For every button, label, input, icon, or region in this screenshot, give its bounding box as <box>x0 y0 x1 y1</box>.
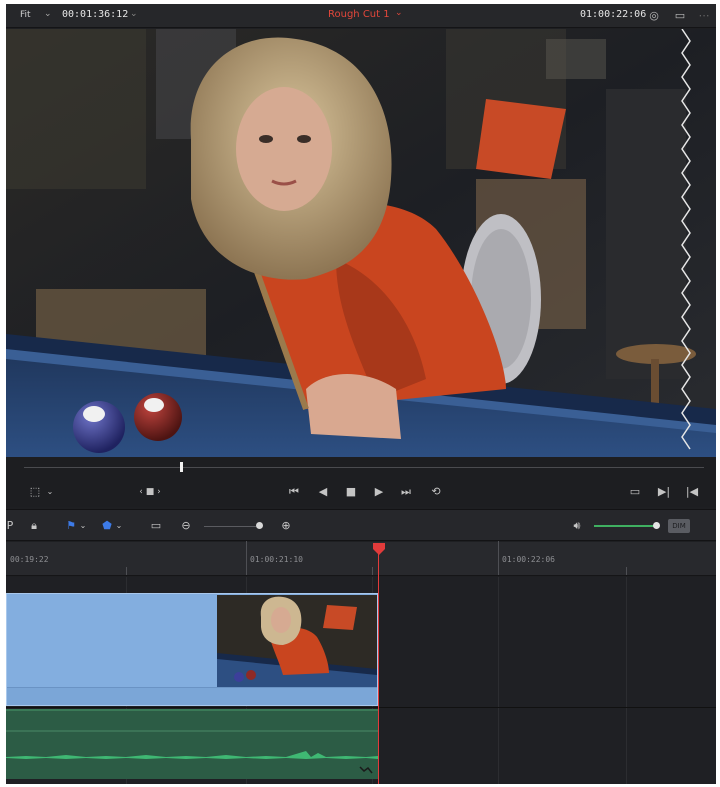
chevron-down-icon[interactable]: ⌄ <box>44 483 56 501</box>
source-timecode: 00:01:36:12 <box>62 9 129 20</box>
chevron-down-icon[interactable]: ⌄ <box>44 9 52 19</box>
transport-controls: ⬚ ⌄ ‹ ■ › ⏮ ◀ ■ ▶ ⏭ ⟲ ▭ ▶| |◀ <box>6 477 716 507</box>
chevron-down-icon[interactable]: ⌄ <box>395 8 403 18</box>
zoom-slider-track[interactable] <box>204 526 256 527</box>
thumbnail-image <box>217 595 377 688</box>
play-reverse-icon[interactable]: ◀ <box>314 483 332 501</box>
track-divider <box>6 707 716 708</box>
scrubber-playhead[interactable] <box>180 462 183 472</box>
video-viewer[interactable] <box>6 29 716 457</box>
video-clip[interactable] <box>6 593 378 706</box>
ruler-tick <box>498 541 499 575</box>
grid-line <box>498 577 499 784</box>
ruler-tick <box>626 567 627 575</box>
clip-navigation[interactable]: ‹ ■ › <box>130 483 170 501</box>
timeline-toolbar: P 🔒︎ ⚑ ⌄ ⬟ ⌄ ▭ ⊖ ⊕ 🔊︎ DIM <box>6 509 716 541</box>
chevron-down-icon[interactable]: ⌄ <box>78 517 88 535</box>
playhead-line <box>378 552 379 784</box>
ruler-tick <box>372 567 373 575</box>
zoom-slider-handle[interactable] <box>256 522 263 529</box>
flag-icon[interactable]: ⚑ <box>64 517 78 535</box>
play-icon[interactable]: ▶ <box>370 483 388 501</box>
timeline-ruler[interactable]: 00:19:22 01:00:21:10 01:00:22:06 <box>6 541 716 576</box>
chevron-down-icon[interactable]: ⌄ <box>114 517 124 535</box>
zoom-in-icon[interactable]: ⊕ <box>278 517 294 535</box>
clip-thumbnail <box>217 595 377 688</box>
end-marker-icon[interactable]: |◀ <box>684 483 700 501</box>
lock-icon[interactable]: 🔒︎ <box>26 517 42 535</box>
selection-tool-icon[interactable]: P <box>6 517 14 535</box>
marker-icon[interactable]: ⬟ <box>100 517 114 535</box>
viewer-header: Fit ⌄ 00:01:36:12 ⌄ Rough Cut 1 ⌄ 01:00:… <box>6 4 716 28</box>
timeline-name-dropdown[interactable]: Rough Cut 1 <box>328 9 390 20</box>
ruler-tick <box>126 567 127 575</box>
match-frame-icon[interactable]: ▭ <box>626 483 644 501</box>
go-to-end-icon[interactable]: ⏭ <box>396 483 416 501</box>
viewer-scrubber[interactable] <box>6 457 716 477</box>
ruler-timecode: 00:19:22 <box>10 555 49 564</box>
audio-waveform <box>6 730 378 774</box>
loop-icon[interactable]: ⟲ <box>426 483 446 501</box>
chevron-down-icon[interactable]: ⌄ <box>130 9 138 19</box>
record-timecode: 01:00:22:06 <box>580 9 647 20</box>
ruler-timecode: 01:00:21:10 <box>250 555 303 564</box>
clip-name-strip <box>7 687 377 705</box>
color-wheel-icon[interactable]: ◎ <box>646 8 662 24</box>
ruler-tick <box>246 541 247 575</box>
volume-slider-handle[interactable] <box>653 522 660 529</box>
grid-line <box>626 577 627 784</box>
monitor-icon[interactable]: ▭ <box>672 8 688 24</box>
audio-clip[interactable] <box>6 709 378 779</box>
scrubber-track[interactable] <box>24 467 704 468</box>
zoom-full-icon[interactable]: ▭ <box>144 517 168 535</box>
playhead-marker[interactable] <box>372 542 386 556</box>
stop-icon[interactable]: ■ <box>342 483 360 501</box>
speaker-icon[interactable]: 🔊︎ <box>568 517 586 535</box>
editor-window: Fit ⌄ 00:01:36:12 ⌄ Rough Cut 1 ⌄ 01:00:… <box>6 4 716 784</box>
safe-area-icon[interactable]: ⬚ <box>24 483 46 501</box>
go-to-start-icon[interactable]: ⏮ <box>284 483 304 501</box>
viewer-frame-image <box>6 29 716 457</box>
zoom-fit-dropdown[interactable]: Fit <box>20 10 31 20</box>
timeline-tracks[interactable] <box>6 577 716 784</box>
more-icon[interactable]: ⋯ <box>696 8 712 24</box>
volume-slider-track[interactable] <box>594 525 656 527</box>
ruler-timecode: 01:00:22:06 <box>502 555 555 564</box>
next-clip-icon[interactable]: ▶| <box>656 483 672 501</box>
zoom-out-icon[interactable]: ⊖ <box>178 517 194 535</box>
dim-button[interactable]: DIM <box>668 519 690 533</box>
